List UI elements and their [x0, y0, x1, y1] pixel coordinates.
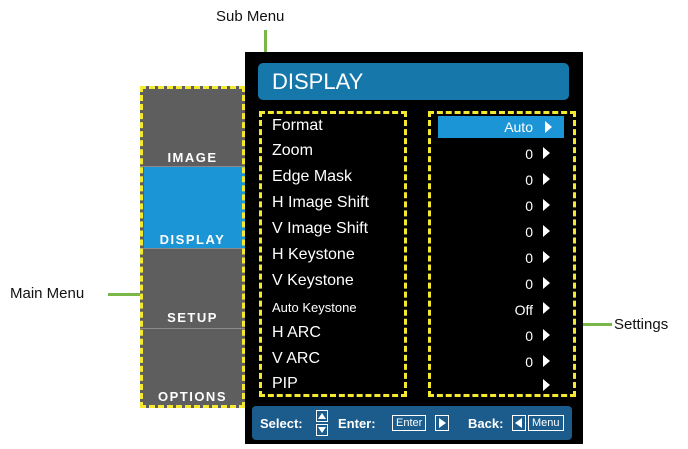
main-menu-dashed-outline	[140, 86, 245, 408]
navigation-hint-bar: Select: Enter: Enter Back: Menu	[252, 406, 572, 440]
up-down-arrows-icon	[316, 410, 328, 436]
menu-key: Menu	[528, 415, 564, 431]
right-key-icon	[435, 415, 449, 431]
enter-key: Enter	[392, 415, 427, 431]
settings-dashed-outline	[428, 111, 576, 397]
back-hint-label: Back:	[468, 416, 504, 431]
main-menu-callout-label: Main Menu	[10, 285, 85, 302]
enter-hint-label: Enter:	[338, 416, 376, 431]
settings-callout-label: Settings	[614, 316, 669, 333]
sub-menu-dashed-outline	[259, 111, 407, 397]
left-key-icon	[512, 415, 526, 431]
sub-menu-callout-label: Sub Menu	[216, 8, 285, 25]
select-hint-label: Select:	[260, 416, 303, 431]
osd-title: DISPLAY	[258, 63, 569, 100]
